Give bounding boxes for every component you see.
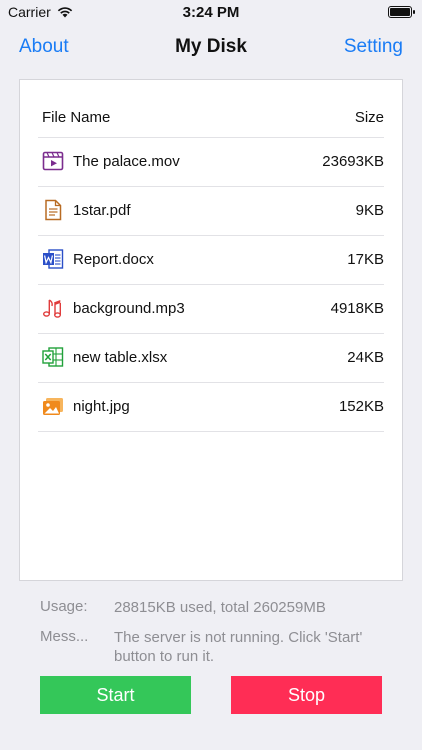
setting-button[interactable]: Setting <box>344 36 403 58</box>
file-size: 23693KB <box>322 153 384 170</box>
file-size: 17KB <box>347 251 384 268</box>
stop-button[interactable]: Stop <box>231 676 382 714</box>
word-file-icon <box>43 249 64 269</box>
status-bar: Carrier 3:24 PM <box>0 0 422 24</box>
file-row[interactable]: new table.xlsx 24KB <box>38 334 384 383</box>
file-row[interactable]: The palace.mov 23693KB <box>38 138 384 187</box>
message-value: The server is not running. Click 'Start'… <box>114 629 363 665</box>
file-list-card: File Name Size The palace.mov 23693KB 1s… <box>19 79 403 581</box>
file-size: 4918KB <box>330 300 384 317</box>
status-time: 3:24 PM <box>182 4 240 21</box>
message-label: Mess... <box>40 628 89 645</box>
music-file-icon <box>43 299 61 318</box>
file-name: background.mp3 <box>73 300 185 317</box>
usage-value: 28815KB used, total 260259MB <box>114 599 326 616</box>
file-name: new table.xlsx <box>73 349 168 366</box>
navigation-bar: About My Disk Setting <box>0 24 422 72</box>
table-header: File Name Size <box>38 80 384 138</box>
file-size: 24KB <box>347 349 384 366</box>
video-file-icon <box>42 151 64 171</box>
file-name: 1star.pdf <box>73 202 131 219</box>
start-button[interactable]: Start <box>40 676 191 714</box>
file-size: 152KB <box>338 398 384 415</box>
column-header-name: File Name <box>42 109 111 126</box>
column-header-size: Size <box>354 109 384 126</box>
image-file-icon <box>43 398 63 415</box>
file-row[interactable]: night.jpg 152KB <box>38 383 384 432</box>
file-row[interactable]: Report.docx 17KB <box>38 236 384 285</box>
file-name: Report.docx <box>73 251 154 268</box>
file-name: night.jpg <box>73 398 130 415</box>
file-row[interactable]: 1star.pdf 9KB <box>38 187 384 236</box>
usage-label: Usage: <box>40 598 88 615</box>
file-size: 9KB <box>355 202 384 219</box>
battery-icon <box>388 6 415 18</box>
file-name: The palace.mov <box>73 153 180 170</box>
pdf-file-icon <box>45 199 62 221</box>
file-row[interactable]: background.mp3 4918KB <box>38 285 384 334</box>
excel-file-icon <box>42 347 64 367</box>
